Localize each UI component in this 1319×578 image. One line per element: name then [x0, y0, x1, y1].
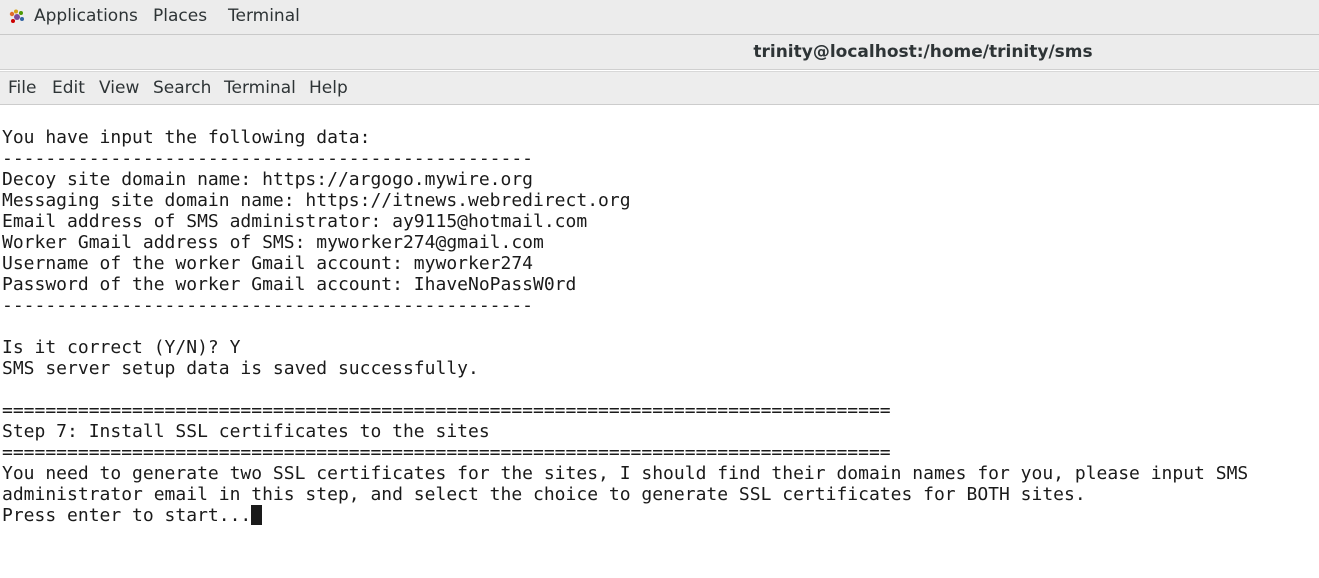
terminal-line: Step 7: Install SSL certificates to the … — [2, 421, 490, 442]
terminal-line: ========================================… — [2, 442, 891, 463]
window-titlebar[interactable]: trinity@localhost:/home/trinity/sms — [0, 35, 1319, 70]
terminal-line: administrator email in this step, and se… — [2, 484, 1086, 505]
applications-menu[interactable]: Applications — [34, 6, 138, 26]
menubar: File Edit View Search Terminal Help — [0, 71, 1319, 105]
menu-help[interactable]: Help — [309, 78, 348, 98]
terminal-line: Worker Gmail address of SMS: myworker274… — [2, 232, 544, 253]
text-cursor — [251, 505, 263, 525]
terminal-line: SMS server setup data is saved successfu… — [2, 358, 479, 379]
menu-file[interactable]: File — [8, 78, 36, 98]
terminal-prompt-line: Press enter to start... — [2, 505, 1248, 526]
menu-terminal[interactable]: Terminal — [224, 78, 296, 98]
terminal-app-menu[interactable]: Terminal — [228, 6, 300, 26]
window-title: trinity@localhost:/home/trinity/sms — [753, 42, 1093, 62]
top-panel: Applications Places Terminal — [0, 0, 1319, 35]
terminal-line: ========================================… — [2, 400, 891, 421]
gnome-foot-icon[interactable] — [9, 9, 25, 25]
terminal-line: Email address of SMS administrator: ay91… — [2, 211, 588, 232]
terminal-line: You have input the following data: — [2, 127, 371, 148]
menu-edit[interactable]: Edit — [52, 78, 85, 98]
menu-search[interactable]: Search — [153, 78, 211, 98]
terminal-line: Messaging site domain name: https://itne… — [2, 190, 631, 211]
terminal-line: ----------------------------------------… — [2, 148, 534, 169]
terminal-output[interactable]: You have input the following data: -----… — [2, 127, 1248, 526]
terminal-line: Press enter to start... — [2, 505, 252, 526]
terminal-line: ----------------------------------------… — [2, 295, 534, 316]
terminal-line: Username of the worker Gmail account: my… — [2, 253, 534, 274]
terminal-line: You need to generate two SSL certificate… — [2, 463, 1249, 484]
terminal-line: Decoy site domain name: https://argogo.m… — [2, 169, 534, 190]
terminal-line: Password of the worker Gmail account: Ih… — [2, 274, 577, 295]
menu-view[interactable]: View — [99, 78, 139, 98]
places-menu[interactable]: Places — [153, 6, 207, 26]
terminal-line: Is it correct (Y/N)? Y — [2, 337, 241, 358]
